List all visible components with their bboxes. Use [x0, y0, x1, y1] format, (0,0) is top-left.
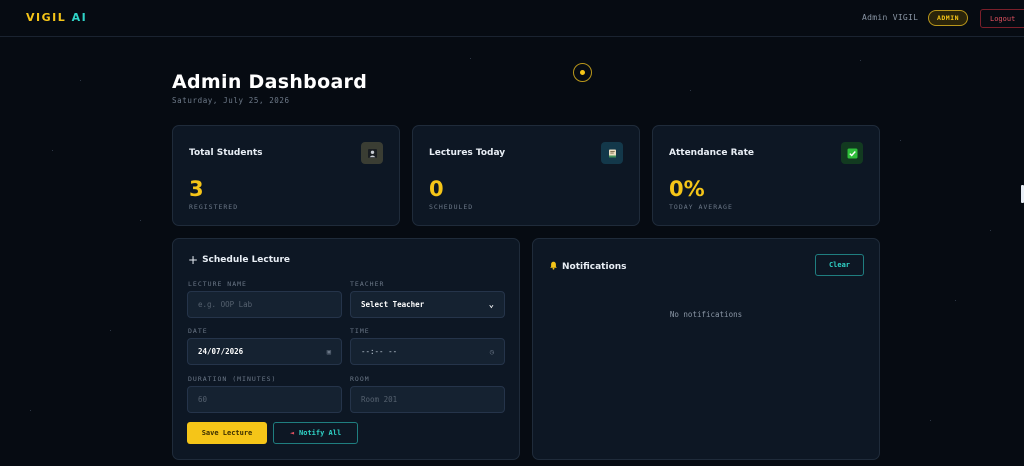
lecture-name-placeholder: e.g. OOP Lab	[198, 300, 253, 309]
stat-title: Lectures Today	[429, 148, 506, 158]
stat-value: 3	[189, 177, 204, 201]
time-label: TIME	[350, 327, 370, 335]
stat-value: 0	[429, 177, 444, 201]
notifications-heading: Notifications	[549, 261, 627, 273]
role-badge: ADMIN	[928, 10, 968, 26]
bell-icon	[549, 261, 558, 273]
date-label: DATE	[188, 327, 208, 335]
teacher-label: TEACHER	[350, 280, 385, 288]
lecture-name-input[interactable]: e.g. OOP Lab	[187, 291, 342, 318]
stat-subtitle: REGISTERED	[189, 203, 239, 211]
teacher-select-value: Select Teacher	[361, 300, 425, 309]
page-title: Admin Dashboard	[172, 71, 368, 93]
stat-value: 0%	[669, 177, 705, 201]
date-value: 24/07/2026	[198, 347, 244, 356]
room-input[interactable]: Room 201	[350, 386, 505, 413]
calendar-icon[interactable]: ▣	[327, 348, 331, 356]
plus-icon: +	[188, 252, 199, 267]
stat-card-attendance-rate: Attendance Rate 0% TODAY AVERAGE	[652, 125, 880, 226]
panel-title-text: Schedule Lecture	[202, 255, 290, 265]
save-lecture-button[interactable]: Save Lecture	[187, 422, 267, 444]
lecture-name-label: LECTURE NAME	[188, 280, 247, 288]
admin-name: Admin VIGIL	[862, 13, 919, 22]
student-icon	[361, 142, 383, 164]
megaphone-icon: ◄	[289, 429, 295, 437]
stat-card-total-students: Total Students 3 REGISTERED	[172, 125, 400, 226]
stat-subtitle: SCHEDULED	[429, 203, 474, 211]
duration-input[interactable]: 60	[187, 386, 342, 413]
notify-all-button[interactable]: ◄ Notify All	[273, 422, 358, 444]
duration-placeholder: 60	[198, 395, 208, 404]
logo-accent-text: AI	[66, 11, 88, 24]
clock-icon[interactable]: ◷	[490, 348, 494, 356]
status-dot-icon	[580, 70, 585, 75]
stat-subtitle: TODAY AVERAGE	[669, 203, 733, 211]
chevron-down-icon: ⌄	[488, 299, 494, 310]
panel-title-text: Notifications	[562, 262, 627, 272]
room-placeholder: Room 201	[361, 395, 398, 404]
logo-text: VIGIL	[26, 11, 67, 24]
time-value: --:-- --	[361, 347, 398, 356]
stat-card-lectures-today: Lectures Today 0 SCHEDULED	[412, 125, 640, 226]
date-input[interactable]: 24/07/2026 ▣	[187, 338, 342, 365]
book-icon	[601, 142, 623, 164]
stat-title: Attendance Rate	[669, 148, 754, 158]
top-navbar: VIGIL AI Admin VIGIL ADMIN Logout	[0, 0, 1024, 37]
duration-label: DURATION (MINUTES)	[188, 375, 277, 383]
check-icon	[841, 142, 863, 164]
app-logo[interactable]: VIGIL AI	[26, 11, 87, 24]
schedule-lecture-heading: + Schedule Lecture	[188, 252, 290, 267]
teacher-select[interactable]: Select Teacher ⌄	[350, 291, 505, 318]
stat-title: Total Students	[189, 148, 263, 158]
page-date: Saturday, July 25, 2026	[172, 96, 290, 105]
logout-button[interactable]: Logout	[980, 9, 1024, 28]
time-input[interactable]: --:-- -- ◷	[350, 338, 505, 365]
notify-all-label: Notify All	[299, 429, 342, 437]
status-indicator	[573, 63, 592, 82]
clear-notifications-button[interactable]: Clear	[815, 254, 864, 276]
room-label: ROOM	[350, 375, 370, 383]
empty-notifications-text: No notifications	[669, 310, 743, 319]
